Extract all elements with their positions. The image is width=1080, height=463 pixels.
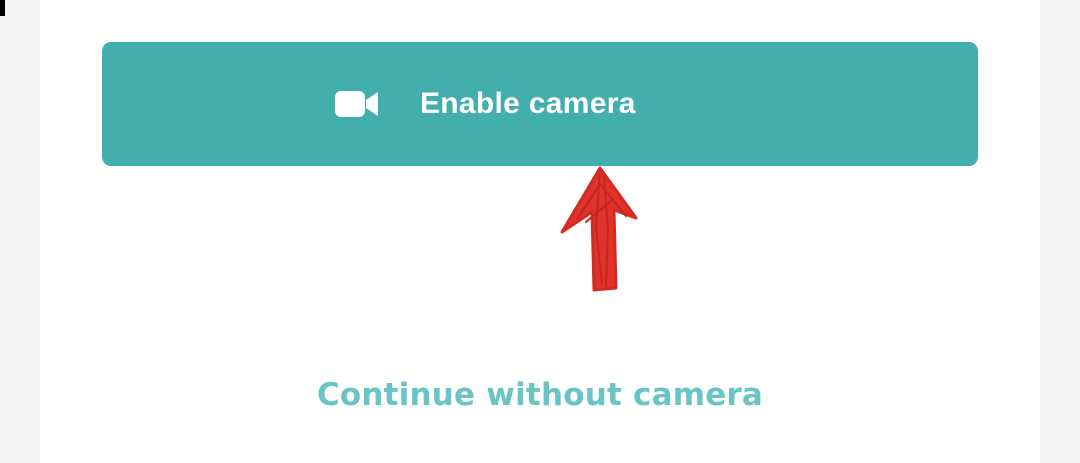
camera-permission-card: Enable camera Continue without camera <box>40 0 1040 463</box>
status-edge-mark <box>0 0 5 16</box>
screen: Enable camera Continue without camera <box>0 0 1080 463</box>
continue-without-camera-link[interactable]: Continue without camera <box>40 374 1040 416</box>
enable-camera-label: Enable camera <box>420 87 636 120</box>
enable-camera-button-content: Enable camera <box>335 42 636 166</box>
video-camera-icon <box>335 91 378 117</box>
enable-camera-button[interactable]: Enable camera <box>102 42 978 166</box>
red-arrow-up-icon <box>560 166 638 292</box>
